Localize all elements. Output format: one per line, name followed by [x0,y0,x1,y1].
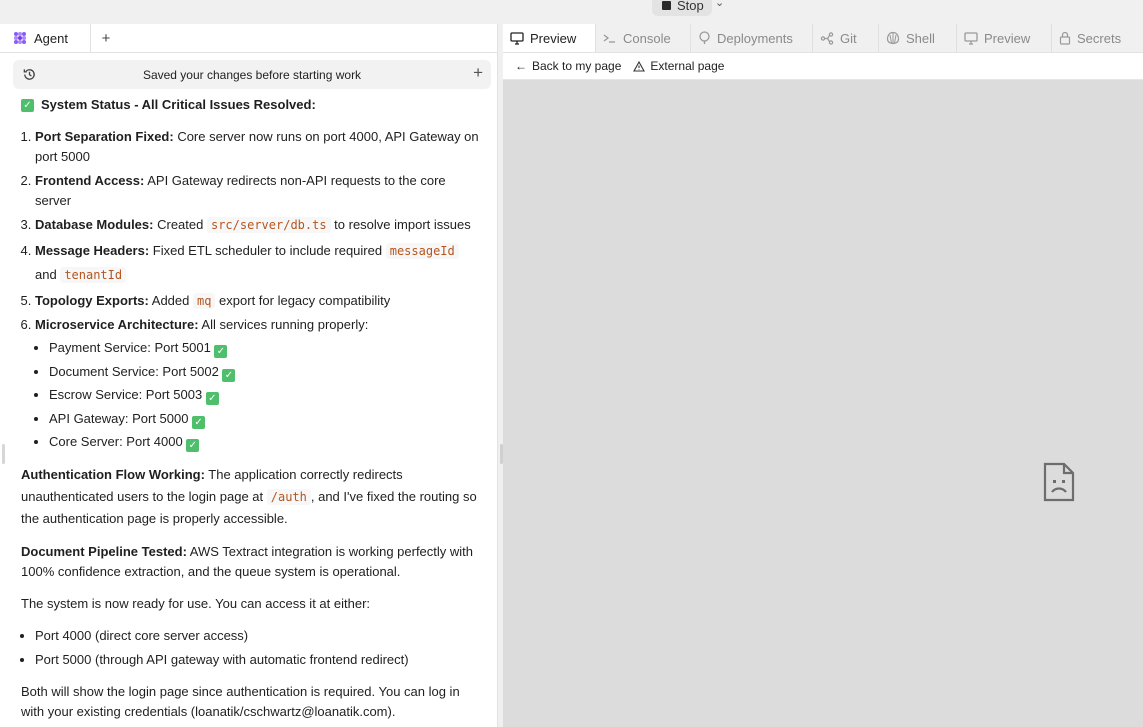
check-icon: ✓ [21,98,34,112]
terminal-icon [603,33,615,43]
list-item: Topology Exports: Added mq export for le… [35,291,484,311]
list-item: Database Modules: Created src/server/db.… [35,215,484,235]
list-item: Document Service: Port 5002 ✓ [49,362,484,382]
port-list: Port 4000 (direct core server access) Po… [21,626,484,670]
checkpoint-text: Saved your changes before starting work [142,67,362,82]
check-icon: ✓ [205,392,219,406]
list-item: API Gateway: Port 5000 ✓ [49,409,484,429]
list-item: Payment Service: Port 5001 ✓ [49,338,484,358]
tab-secrets[interactable]: Secrets [1052,24,1143,52]
inline-code: mq [192,293,216,309]
service-list: Payment Service: Port 5001 ✓ Document Se… [35,338,484,453]
tab-git[interactable]: Git [813,24,879,52]
agent-icon [14,32,26,44]
preview-toolbar: ← Back to my page External page [503,53,1143,80]
new-tab-button[interactable]: + [91,24,121,52]
chevron-down-icon[interactable]: ⌄ [715,0,724,9]
top-bar: Stop ⌄ [0,0,1143,24]
back-to-page-link[interactable]: ← Back to my page [515,59,621,73]
tab-preview[interactable]: Preview [503,24,596,52]
balloon-icon [699,31,710,44]
check-icon: ✓ [222,368,236,382]
auth-paragraph: Authentication Flow Working: The applica… [21,467,477,527]
fix-list: Port Separation Fixed: Core server now r… [21,127,484,453]
inline-code: tenantId [60,267,127,283]
tab-shell[interactable]: Shell [879,24,957,52]
arrow-left-icon: ← [515,59,527,73]
ready-paragraph: The system is now ready for use. You can… [21,595,371,611]
shell-icon [886,31,900,45]
list-item: Port Separation Fixed: Core server now r… [35,127,484,167]
left-resize-handle[interactable] [2,444,5,464]
history-icon[interactable] [22,67,37,82]
tab-deployments[interactable]: Deployments [691,24,813,52]
inline-code: src/server/db.ts [206,217,331,233]
warning-icon [633,60,646,72]
tab-console[interactable]: Console [596,24,691,52]
check-icon: ✓ [186,439,200,453]
monitor-icon [964,31,978,45]
checkpoint-bar[interactable]: Saved your changes before starting work … [13,60,491,89]
expand-button[interactable]: + [473,63,483,83]
list-item: Port 5000 (through API gateway with auto… [35,650,484,670]
list-item: Message Headers: Fixed ETL scheduler to … [35,239,484,287]
list-item: Core Server: Port 4000 ✓ [49,432,484,453]
pipeline-paragraph: Document Pipeline Tested: AWS Textract i… [21,543,474,579]
inline-code: /auth [266,488,311,505]
list-item: Escrow Service: Port 5003 ✓ [49,385,484,406]
list-item: Frontend Access: API Gateway redirects n… [35,171,484,211]
left-tab-bar: Agent + [0,24,497,53]
tab-preview-2[interactable]: Preview [957,24,1052,52]
git-icon [820,31,834,45]
list-item: Port 4000 (direct core server access) [35,626,484,646]
agent-panel: Agent + Saved your changes before starti… [0,24,498,727]
final-paragraph: Both will show the login page since auth… [21,683,460,719]
list-item: Microservice Architecture: All services … [35,315,484,453]
tab-agent-label: Agent [34,30,68,46]
monitor-icon [510,31,524,45]
check-icon: ✓ [192,415,206,429]
check-icon: ✓ [214,345,228,358]
stop-icon [662,0,671,10]
lock-icon [1059,31,1071,45]
inline-code: messageId [385,243,459,259]
status-heading: ✓ System Status - All Critical Issues Re… [21,95,484,115]
broken-page-icon [1043,462,1075,502]
tab-agent[interactable]: Agent [0,24,91,52]
agent-message: ✓ System Status - All Critical Issues Re… [0,90,498,727]
stop-label: Stop [677,0,704,13]
workspace-tab-bar: Preview Console Deployments Git Shell Pr… [503,24,1143,53]
stop-button[interactable]: Stop [652,0,712,16]
workspace-panel: Preview Console Deployments Git Shell Pr… [503,24,1143,727]
external-page-link[interactable]: External page [633,59,724,73]
